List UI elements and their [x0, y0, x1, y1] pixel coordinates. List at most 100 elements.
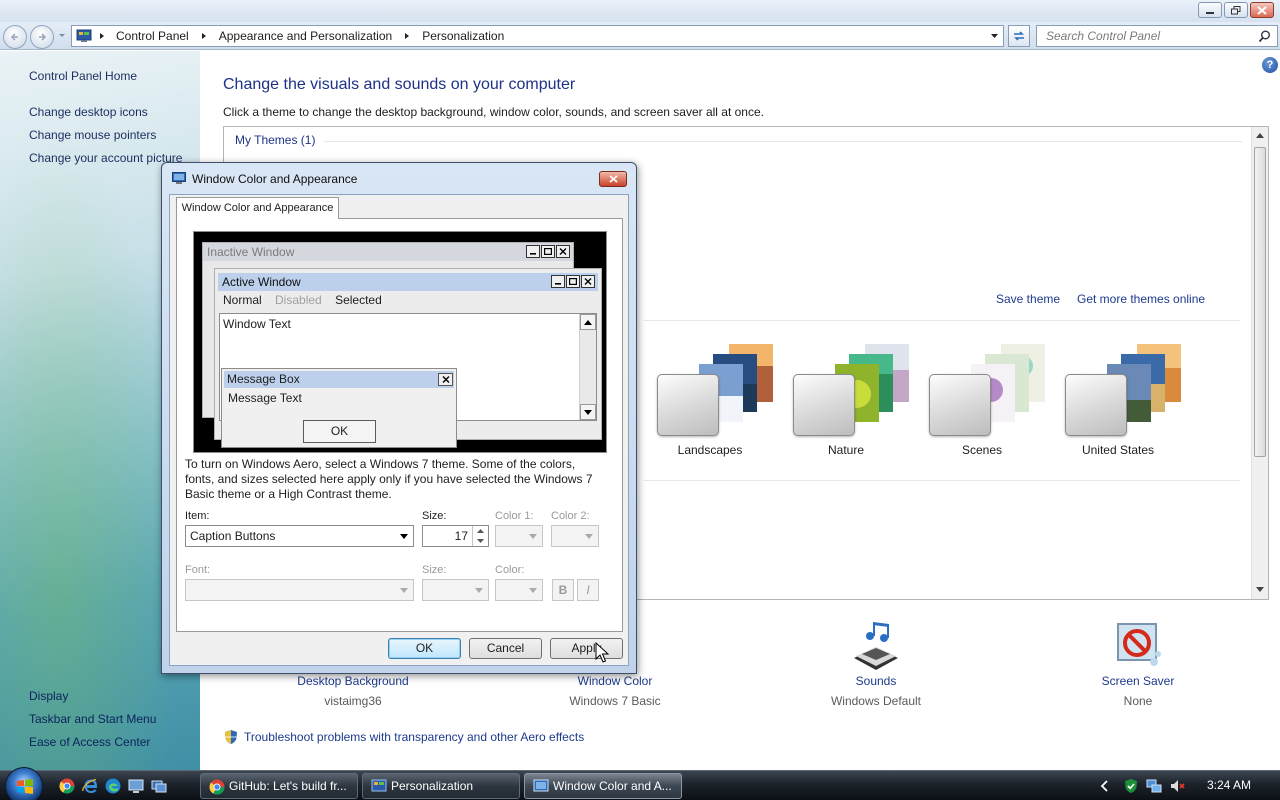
color2-label: Color 2:	[551, 510, 590, 522]
edge-icon[interactable]	[105, 778, 121, 794]
taskbar-button-github[interactable]: GitHub: Let's build fr...	[200, 773, 358, 799]
sounds-link[interactable]: Sounds	[796, 674, 956, 688]
show-desktop-icon[interactable]	[128, 778, 144, 794]
my-themes-header[interactable]: My Themes (1)	[235, 133, 315, 147]
italic-button[interactable]: I	[577, 579, 599, 601]
scroll-down-icon[interactable]	[1256, 587, 1264, 593]
control-panel-home-link[interactable]: Control Panel Home	[29, 69, 137, 83]
font-select[interactable]	[185, 579, 414, 601]
minimize-button[interactable]	[1198, 2, 1222, 18]
dialog-close-button[interactable]	[599, 171, 627, 187]
window-color-link[interactable]: Window Color	[535, 674, 695, 688]
clock[interactable]: 3:24 AM	[1207, 778, 1251, 792]
tab-window-color-appearance[interactable]: Window Color and Appearance	[176, 197, 339, 219]
bold-button[interactable]: B	[552, 579, 574, 601]
help-icon[interactable]: ?	[1262, 57, 1278, 73]
theme-landscapes[interactable]: Landscapes	[645, 340, 775, 460]
taskbar-start-menu-link[interactable]: Taskbar and Start Menu	[29, 712, 156, 726]
close-button[interactable]	[1250, 2, 1274, 18]
switch-windows-icon[interactable]	[151, 778, 167, 794]
display-link[interactable]: Display	[29, 689, 68, 703]
tab-panel: Inactive Window Active Window Normal Dis…	[176, 218, 623, 632]
cancel-button[interactable]: Cancel	[469, 638, 542, 659]
font-label: Font:	[185, 564, 211, 576]
inactive-window-caption-buttons	[526, 245, 570, 258]
security-shield-icon[interactable]	[1123, 778, 1139, 794]
close-icon	[438, 373, 453, 386]
recent-pages-dropdown-icon[interactable]	[58, 31, 66, 39]
breadcrumb-separator-icon[interactable]	[98, 32, 106, 40]
spin-up-icon[interactable]	[473, 526, 488, 536]
back-button[interactable]	[3, 25, 27, 49]
chevron-down-icon	[529, 588, 537, 593]
sounds-value: Windows Default	[830, 694, 922, 708]
taskbar-button-personalization[interactable]: Personalization	[362, 773, 520, 799]
breadcrumb-separator-icon[interactable]	[403, 32, 411, 40]
item-label: Item:	[185, 510, 210, 522]
internet-explorer-icon[interactable]	[82, 778, 98, 794]
forward-arrow-icon	[39, 33, 47, 41]
theme-label: Nature	[827, 443, 865, 457]
size-spinner[interactable]: 17	[422, 525, 489, 547]
get-more-themes-link[interactable]: Get more themes online	[1077, 292, 1205, 306]
theme-united-states[interactable]: United States	[1053, 340, 1183, 460]
address-dropdown-icon[interactable]	[990, 33, 999, 40]
theme-list-scrollbar[interactable]	[1251, 127, 1268, 599]
preview-message-box[interactable]: Message Box Message Text OK	[221, 368, 457, 448]
caption-buttons	[1198, 2, 1274, 18]
screen-saver-setting[interactable]: Screen Saver None	[1058, 618, 1218, 708]
color2-picker[interactable]	[551, 525, 599, 547]
show-hidden-icons-icon[interactable]	[1099, 778, 1111, 794]
start-button[interactable]	[5, 767, 43, 800]
chrome-icon	[209, 779, 225, 795]
ease-of-access-link[interactable]: Ease of Access Center	[29, 735, 150, 749]
taskbar-button-label: GitHub: Let's build fr...	[229, 779, 347, 793]
breadcrumb-appearance[interactable]: Appearance and Personalization	[219, 29, 392, 43]
font-color-picker[interactable]	[495, 579, 543, 601]
item-select[interactable]: Caption Buttons	[185, 525, 414, 547]
chevron-down-icon	[585, 534, 593, 539]
search-input[interactable]	[1037, 26, 1247, 46]
theme-nature[interactable]: Nature	[781, 340, 911, 460]
breadcrumb-separator-icon[interactable]	[200, 32, 208, 40]
appearance-preview[interactable]: Inactive Window Active Window Normal Dis…	[193, 231, 607, 453]
restore-button[interactable]	[1224, 2, 1248, 18]
theme-scenes[interactable]: Scenes	[917, 340, 1047, 460]
taskbar-button-window-color[interactable]: Window Color and A...	[524, 773, 682, 799]
section-divider	[644, 480, 1240, 481]
theme-preview-swatch	[793, 374, 855, 436]
sounds-setting[interactable]: Sounds Windows Default	[796, 618, 956, 708]
font-size-select[interactable]	[422, 579, 489, 601]
change-desktop-icons-link[interactable]: Change desktop icons	[29, 105, 148, 119]
chevron-down-icon	[475, 588, 483, 593]
breadcrumb-personalization[interactable]: Personalization	[422, 29, 504, 43]
refresh-button[interactable]	[1008, 25, 1030, 47]
scroll-down-icon	[580, 404, 596, 420]
close-icon	[581, 275, 595, 288]
color1-picker[interactable]	[495, 525, 543, 547]
address-bar[interactable]: Control Panel Appearance and Personaliza…	[71, 25, 1004, 47]
desktop-background-link[interactable]: Desktop Background	[273, 674, 433, 688]
scroll-up-icon[interactable]	[1256, 132, 1264, 138]
scrollbar-thumb[interactable]	[1254, 147, 1266, 457]
ok-button[interactable]: OK	[388, 638, 461, 659]
chevron-down-icon	[400, 588, 408, 593]
screen-saver-link[interactable]: Screen Saver	[1058, 674, 1218, 688]
apply-button[interactable]: Apply	[550, 638, 623, 659]
troubleshoot-aero-link[interactable]: Troubleshoot problems with transparency …	[223, 729, 584, 745]
search-box	[1036, 25, 1278, 47]
volume-muted-icon[interactable]	[1170, 778, 1186, 794]
change-mouse-pointers-link[interactable]: Change mouse pointers	[29, 128, 156, 142]
chrome-icon[interactable]	[59, 778, 75, 794]
search-icon[interactable]	[1258, 30, 1271, 43]
forward-button[interactable]	[30, 25, 54, 49]
menu-normal: Normal	[223, 293, 262, 307]
close-icon	[608, 175, 618, 183]
spin-down-icon[interactable]	[473, 536, 488, 546]
network-icon[interactable]	[1146, 778, 1162, 794]
taskbar-button-label: Window Color and A...	[553, 779, 672, 793]
breadcrumb-control-panel[interactable]: Control Panel	[116, 29, 189, 43]
spinner-arrows[interactable]	[472, 526, 488, 546]
change-account-picture-link[interactable]: Change your account picture	[29, 151, 182, 165]
save-theme-link[interactable]: Save theme	[996, 292, 1060, 306]
